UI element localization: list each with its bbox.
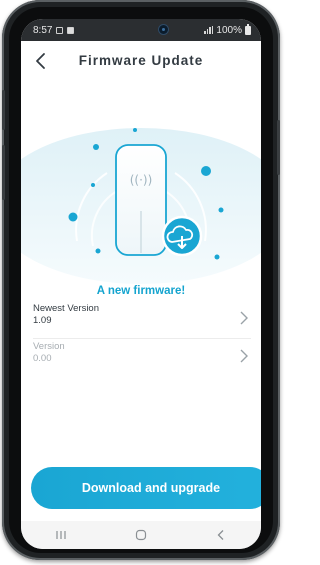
chevron-right-icon: [240, 349, 248, 363]
battery-icon: [245, 23, 251, 35]
battery-percent: 100%: [216, 24, 242, 36]
version-label: Version: [33, 341, 65, 352]
status-bar: 8:57 100%: [21, 19, 261, 41]
wireless-extender-icon: ((·)): [115, 144, 167, 256]
new-firmware-message: A new firmware!: [96, 285, 186, 297]
chevron-right-icon: [240, 311, 248, 325]
update-illustration: ((·)): [21, 128, 261, 284]
download-and-upgrade-button[interactable]: Download and upgrade: [31, 467, 261, 509]
version-label: Newest Version: [33, 303, 100, 314]
gallery-icon: [67, 26, 75, 34]
system-nav-bar: [21, 521, 261, 549]
header: Firmware Update: [21, 41, 261, 81]
newest-version-row[interactable]: Newest Version 1.09: [33, 299, 251, 339]
power-button: [277, 120, 280, 175]
volume-down-button: [2, 145, 5, 200]
back-icon: [217, 530, 224, 540]
version-value: 1.09: [33, 315, 52, 326]
notification-icon: [56, 26, 64, 34]
signal-icon: [204, 26, 214, 34]
cloud-download-icon: [161, 215, 203, 257]
home-button[interactable]: [121, 525, 161, 545]
hero-illustration: ((·)): [21, 81, 261, 286]
screen: 8:57 100% Firmware Update ((·)) A new fi…: [21, 19, 261, 549]
version-value: 0.00: [33, 353, 52, 364]
front-camera: [159, 25, 168, 34]
status-time: 8:57: [33, 24, 53, 36]
svg-text:((·)): ((·)): [130, 173, 153, 187]
recent-apps-icon: [56, 531, 66, 539]
current-version-row[interactable]: Version 0.00: [33, 337, 251, 377]
home-icon: [135, 529, 147, 541]
page-title: Firmware Update: [78, 53, 204, 68]
nav-back-button[interactable]: [201, 525, 241, 545]
recent-apps-button[interactable]: [41, 525, 81, 545]
volume-up-button: [2, 90, 5, 130]
